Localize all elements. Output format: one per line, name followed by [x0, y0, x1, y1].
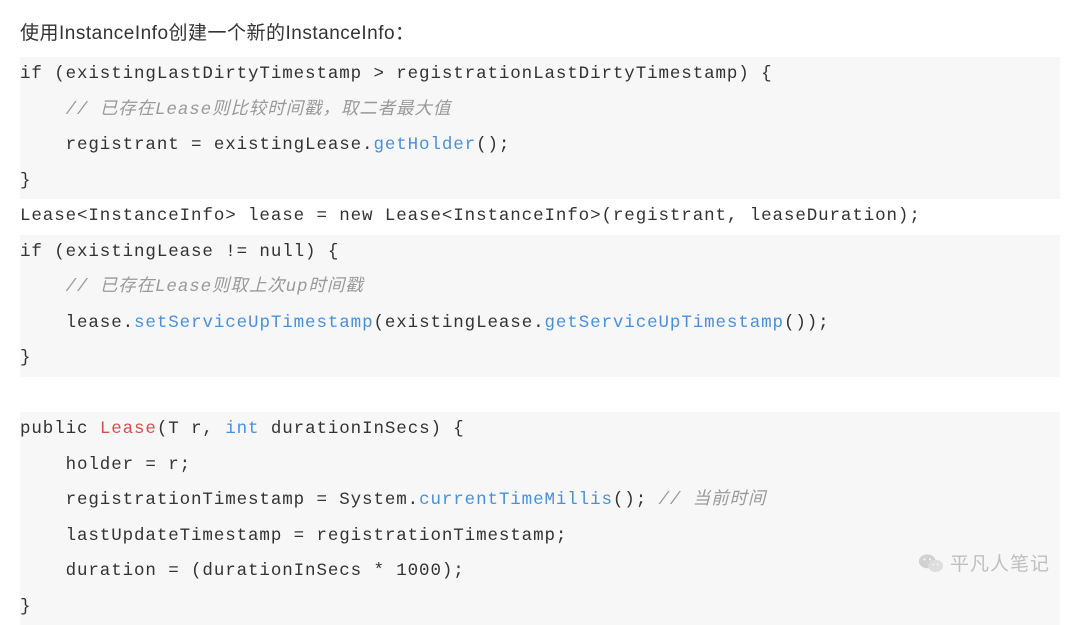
code-line-blank: [20, 377, 1060, 413]
code-line: Lease<InstanceInfo> lease = new Lease<In…: [20, 199, 1060, 235]
code-text: [20, 277, 66, 297]
code-line: registrationTimestamp = System.currentTi…: [20, 483, 1060, 519]
code-text: registrant = existingLease.: [20, 135, 373, 155]
code-line: }: [20, 164, 1060, 200]
section-heading: 使用InstanceInfo创建一个新的InstanceInfo：: [20, 18, 1060, 45]
method-call: getServiceUpTimestamp: [545, 313, 784, 333]
code-text: (T r,: [157, 419, 225, 439]
code-comment: // 已存在Lease则取上次up时间戳: [66, 277, 364, 297]
code-comment: // 已存在Lease则比较时间戳，取二者最大值: [66, 100, 452, 120]
code-line: duration = (durationInSecs * 1000);: [20, 554, 1060, 590]
code-line: // 已存在Lease则取上次up时间戳: [20, 270, 1060, 306]
code-line: // 已存在Lease则比较时间戳，取二者最大值: [20, 93, 1060, 129]
code-text: public: [20, 419, 100, 439]
class-name: Lease: [100, 419, 157, 439]
code-text: registrationTimestamp = System.: [20, 490, 419, 510]
code-line: lastUpdateTimestamp = registrationTimest…: [20, 519, 1060, 555]
code-line: if (existingLastDirtyTimestamp > registr…: [20, 57, 1060, 93]
code-comment: // 当前时间: [659, 490, 767, 510]
code-text: [20, 100, 66, 120]
code-text: (existingLease.: [373, 313, 544, 333]
method-call: setServiceUpTimestamp: [134, 313, 373, 333]
method-call: currentTimeMillis: [419, 490, 613, 510]
code-line: if (existingLease != null) {: [20, 235, 1060, 271]
code-text: ();: [613, 490, 659, 510]
keyword: int: [225, 419, 259, 439]
code-text: ();: [476, 135, 510, 155]
code-line: registrant = existingLease.getHolder();: [20, 128, 1060, 164]
code-line: holder = r;: [20, 448, 1060, 484]
watermark-text: 平凡人笔记: [950, 549, 1050, 576]
code-line: public Lease(T r, int durationInSecs) {: [20, 412, 1060, 448]
code-text: durationInSecs) {: [259, 419, 464, 439]
code-text: lease.: [20, 313, 134, 333]
code-block: if (existingLastDirtyTimestamp > registr…: [20, 57, 1060, 625]
code-text: ());: [784, 313, 830, 333]
code-line: lease.setServiceUpTimestamp(existingLeas…: [20, 306, 1060, 342]
method-call: getHolder: [373, 135, 476, 155]
code-line: }: [20, 590, 1060, 625]
wechat-icon: [918, 552, 944, 574]
code-line: }: [20, 341, 1060, 377]
watermark: 平凡人笔记: [918, 549, 1050, 576]
